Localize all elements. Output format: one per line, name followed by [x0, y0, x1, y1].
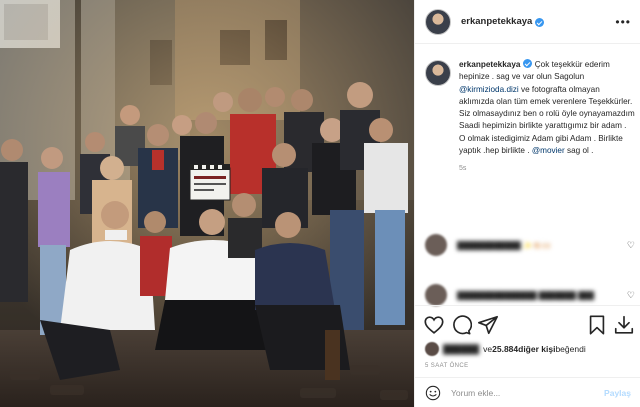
- more-horizontal-icon[interactable]: •••: [615, 16, 631, 28]
- action-icon-bar: [423, 314, 635, 336]
- caption-text: erkanpetekkaya Çok teşekkür ederim hepin…: [459, 58, 635, 157]
- post-caption: erkanpetekkaya Çok teşekkür ederim hepin…: [425, 58, 635, 172]
- comment-avatar[interactable]: [425, 234, 447, 256]
- post-comment-button[interactable]: Paylaş: [604, 388, 631, 398]
- comment-item: ███████████████ ███████ ███ ♡: [425, 283, 635, 307]
- bookmark-icon[interactable]: [586, 314, 608, 336]
- caption-timestamp[interactable]: 5s: [459, 165, 635, 172]
- comment-like-heart-icon[interactable]: ♡: [627, 240, 635, 250]
- caption-avatar[interactable]: [425, 60, 451, 86]
- comment-text: ███████████████ ███████ ███: [457, 290, 595, 300]
- likes-count[interactable]: 25.884: [492, 344, 518, 354]
- caption-mention-movier[interactable]: @movier: [532, 146, 565, 155]
- caption-mention-kirmizioda[interactable]: @kirmizioda.dizi: [459, 85, 519, 94]
- likes-prefix: ve: [483, 344, 493, 354]
- avatar[interactable]: [425, 8, 451, 35]
- download-icon[interactable]: [613, 314, 635, 336]
- share-icon[interactable]: [477, 314, 499, 336]
- comment-item: ████████████ ✨👏🏻🙌🏻 ♡: [425, 233, 635, 257]
- comment-input[interactable]: [451, 387, 591, 398]
- comment-avatar[interactable]: [425, 284, 447, 306]
- post-side-panel: erkanpetekkaya ••• erkanpetekkaya Çok te…: [414, 0, 640, 407]
- comment-like-heart-icon[interactable]: ♡: [627, 290, 635, 300]
- heart-icon[interactable]: [423, 314, 445, 336]
- emoji-smile-icon[interactable]: [425, 385, 441, 401]
- likes-summary[interactable]: ██████ ve 25.884 diğer kişi beğendi: [425, 342, 586, 356]
- comment-text: ████████████ ✨👏🏻🙌🏻: [457, 240, 551, 250]
- post-time-ago[interactable]: 5 SAAT ÖNCE: [425, 363, 469, 369]
- caption-part-3: sag ol .: [564, 146, 594, 156]
- post-photo-image: [0, 0, 414, 407]
- liker-name[interactable]: ██████: [443, 344, 479, 354]
- caption-part-2: ve fotografta olmayan aklımızda olan tüm…: [459, 84, 635, 156]
- username-link[interactable]: erkanpetekkaya: [461, 16, 532, 27]
- likes-suffix[interactable]: diğer kişi: [518, 344, 555, 354]
- caption-username-link[interactable]: erkanpetekkaya: [459, 60, 520, 69]
- comment-icon[interactable]: [450, 314, 472, 336]
- add-comment-bar: Paylaş: [415, 377, 640, 407]
- post-header: erkanpetekkaya •••: [415, 0, 640, 44]
- verified-badge-icon: [535, 18, 545, 27]
- liker-avatar[interactable]: [425, 342, 439, 356]
- likes-end: beğendi: [555, 344, 586, 354]
- post-photo[interactable]: [0, 0, 414, 407]
